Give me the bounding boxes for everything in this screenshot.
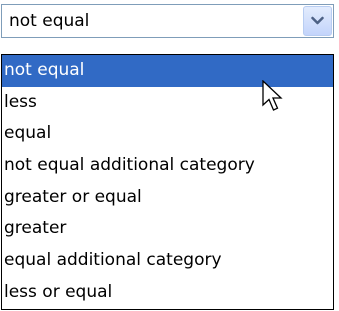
dropdown-button[interactable] [303,6,332,36]
option-greater-or-equal[interactable]: greater or equal [2,182,333,214]
select-value: not equal [9,11,90,31]
option-less-or-equal[interactable]: less or equal [2,277,333,309]
option-greater[interactable]: greater [2,213,333,245]
option-equal[interactable]: equal [2,118,333,150]
comparison-select[interactable]: not equal [1,4,334,38]
mouse-pointer-icon [262,80,283,111]
chevron-down-icon [311,16,324,25]
option-not-equal-additional-category[interactable]: not equal additional category [2,150,333,182]
dropdown-list: not equal less equal not equal additiona… [1,54,334,310]
option-equal-additional-category[interactable]: equal additional category [2,245,333,277]
